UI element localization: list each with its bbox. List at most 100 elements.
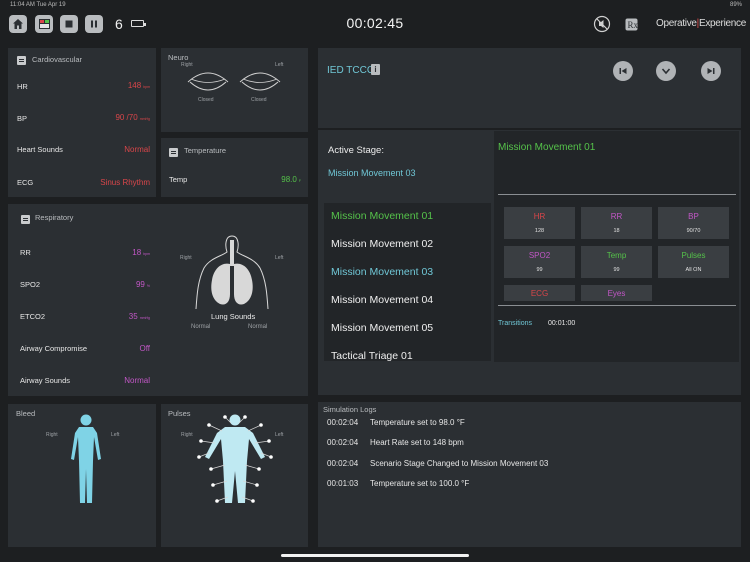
svg-text:Rx: Rx [628, 20, 639, 30]
airway-compromise-label: Airway Compromise [20, 344, 88, 353]
log-message: Heart Rate set to 148 bpm [370, 438, 464, 447]
param-bp[interactable]: BP 90/70 [658, 207, 729, 239]
bleed-panel[interactable]: Bleed Right Left [8, 404, 156, 547]
hr-label: HR [17, 82, 28, 91]
bleed-right-label: Right [46, 432, 58, 438]
temp-value[interactable]: 98.0 F [281, 175, 301, 184]
stage-item[interactable]: Mission Movement 02 [331, 238, 433, 250]
skip-forward-icon [707, 68, 715, 74]
heart-sounds-value[interactable]: Normal [124, 145, 150, 154]
stage-item[interactable]: Mission Movement 01 [331, 210, 433, 222]
divider [498, 194, 736, 195]
brand-logo: Operative|Experience [656, 18, 746, 29]
pulses-panel[interactable]: Pulses Right Left [161, 404, 308, 547]
param-temp[interactable]: Temp 99 [581, 246, 652, 278]
param-hr[interactable]: HR 128 [504, 207, 575, 239]
brand-left: Operative [656, 18, 697, 29]
active-stage-value: Mission Movement 03 [328, 168, 416, 178]
stage-item[interactable]: Mission Movement 05 [331, 322, 433, 334]
divider [498, 305, 736, 306]
temperature-panel[interactable]: Temperature Temp 98.0 F [161, 138, 308, 197]
status-battery: 89% [729, 2, 742, 8]
body-pulses-icon[interactable] [195, 413, 275, 505]
status-bar: 11:04 AM Tue Apr 19 89% [0, 0, 750, 10]
stage-detail-title: Mission Movement 01 [498, 142, 596, 153]
pulses-right-label: Right [181, 432, 193, 438]
transitions-label: Transitions [498, 320, 532, 327]
scenario-info-button[interactable]: i [371, 64, 380, 75]
body-bleed-icon[interactable] [68, 413, 104, 505]
stage-detail: Mission Movement 01 HR 128 RR 18 BP 90/70 S… [494, 131, 739, 362]
log-message: Scenario Stage Changed to Mission Moveme… [370, 459, 549, 468]
etco2-value[interactable]: 35 mmHg [118, 312, 150, 321]
log-time: 00:02:04 [327, 459, 359, 468]
spo2-value[interactable]: 99% [118, 280, 150, 289]
lung-right-status: Normal [191, 324, 211, 330]
param-ecg[interactable]: ECG [504, 285, 575, 301]
ecg-value[interactable]: Sinus Rhythm [100, 178, 150, 187]
neuro-title: Neuro [168, 53, 189, 62]
temperature-title: Temperature [184, 146, 227, 155]
cardiovascular-panel[interactable]: Cardiovascular HR 148 bpm BP 90 /70 mmHg H… [8, 48, 156, 197]
stage-list[interactable]: Mission Movement 01 Mission Movement 02 … [324, 203, 491, 361]
rr-label: RR [20, 248, 31, 257]
skip-back-icon [619, 68, 627, 74]
respiratory-title: Respiratory [35, 213, 74, 222]
param-eyes[interactable]: Eyes [581, 285, 652, 301]
airway-compromise-value[interactable]: Off [118, 344, 150, 353]
left-eye-status: Closed [251, 97, 267, 103]
neuro-panel[interactable]: Neuro Right Left Closed Closed [161, 48, 308, 132]
bp-value[interactable]: 90 /70 mmHg [115, 113, 150, 122]
stage-item[interactable]: Mission Movement 03 [331, 266, 433, 278]
home-indicator[interactable] [281, 554, 469, 557]
right-eye-icon[interactable] [185, 66, 231, 94]
log-message: Temperature set to 100.0 °F [370, 479, 470, 488]
chevron-down-icon [661, 68, 671, 75]
no-sound-icon [593, 15, 611, 33]
param-rr[interactable]: RR 18 [581, 207, 652, 239]
lungs-icon[interactable] [192, 234, 272, 310]
etco2-label: ETCO2 [20, 312, 46, 321]
log-time: 00:01:03 [327, 479, 359, 488]
mute-sound-button[interactable] [593, 15, 611, 38]
pulses-left-label: Left [275, 432, 284, 438]
spo2-label: SPO2 [20, 280, 41, 289]
stage-item[interactable]: Tactical Triage 01 [331, 350, 413, 361]
lung-left-label: Left [275, 255, 284, 261]
temp-label: Temp [169, 175, 188, 184]
lung-right-label: Right [180, 255, 192, 261]
panel-list-icon [21, 215, 30, 224]
brand-right: Experience [698, 18, 746, 29]
bleed-left-label: Left [111, 432, 120, 438]
param-pulses[interactable]: Pulses All ON [658, 246, 729, 278]
scenario-header-panel: IED TCCC i [318, 48, 741, 128]
right-eye-status: Closed [198, 97, 214, 103]
transitions-value: 00:01:00 [548, 320, 576, 327]
expand-stage-button[interactable] [656, 61, 676, 81]
previous-stage-button[interactable] [613, 61, 633, 81]
hr-value[interactable]: 148 bpm [128, 81, 150, 90]
rr-value[interactable]: 18 bpm [118, 248, 150, 257]
bp-label: BP [17, 114, 28, 123]
logs-title: Simulation Logs [323, 405, 377, 414]
bleed-title: Bleed [16, 409, 36, 418]
lung-left-status: Normal [248, 324, 268, 330]
scenario-name: IED TCCC [327, 65, 375, 76]
airway-sounds-value[interactable]: Normal [108, 376, 150, 385]
respiratory-panel[interactable]: Respiratory RR 18 bpm SPO2 99% ETCO2 35 mm… [8, 204, 308, 396]
ecg-label: ECG [17, 178, 34, 187]
cardiovascular-title: Cardiovascular [32, 55, 83, 64]
pulses-title: Pulses [168, 409, 191, 418]
panel-list-icon [169, 148, 178, 157]
top-toolbar: 6 00:02:45 Rx Operative|Experience [0, 10, 750, 38]
lung-sounds-title: Lung Sounds [211, 312, 256, 321]
next-stage-button[interactable] [701, 61, 721, 81]
rx-icon: Rx [625, 18, 639, 31]
stage-item[interactable]: Mission Movement 04 [331, 294, 433, 306]
prescription-button[interactable]: Rx [625, 18, 639, 36]
left-eye-icon[interactable] [237, 66, 283, 94]
heart-sounds-label: Heart Sounds [17, 145, 63, 154]
param-spo2[interactable]: SPO2 99 [504, 246, 575, 278]
active-stage-label: Active Stage: [328, 145, 384, 156]
airway-sounds-label: Airway Sounds [20, 376, 71, 385]
